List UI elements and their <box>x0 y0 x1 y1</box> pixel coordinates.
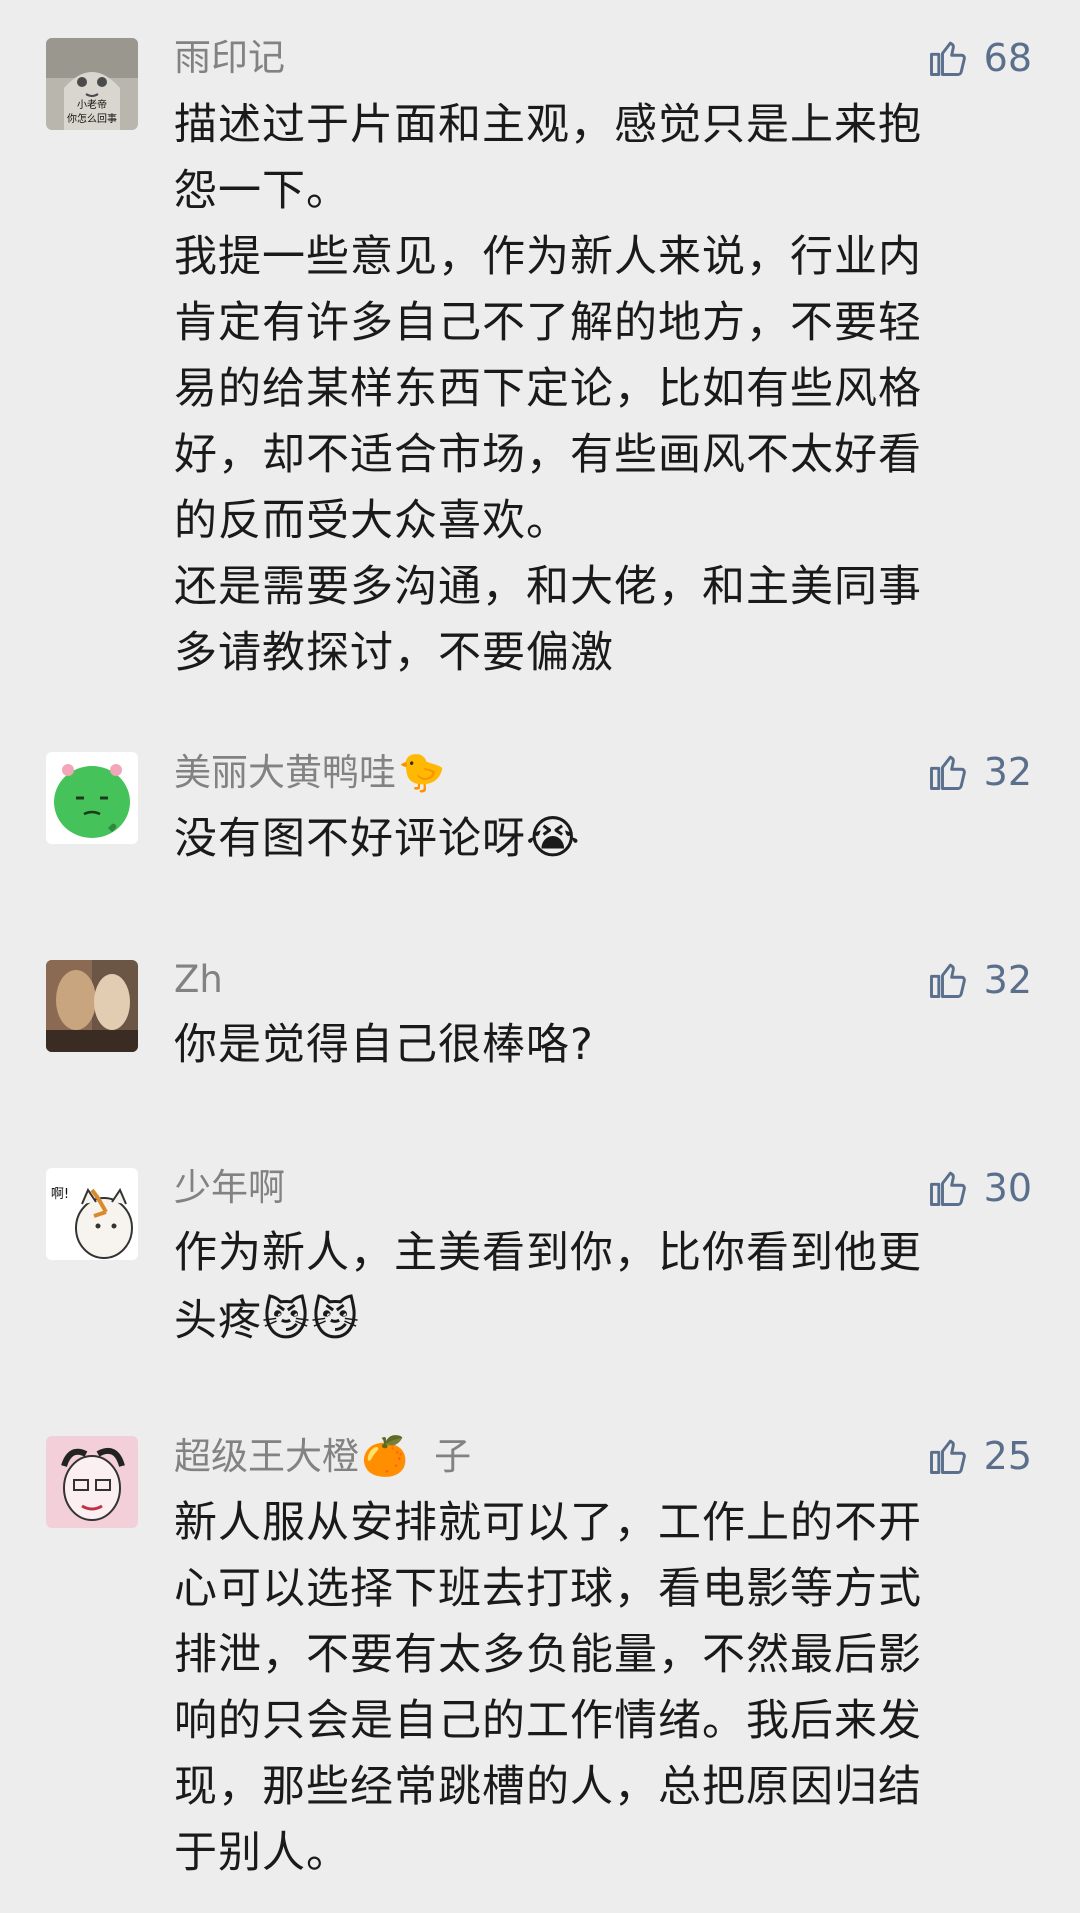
comment-line: 没有图不好评论呀😭 <box>174 804 1014 872</box>
username-text: 少年啊 <box>174 1166 285 1209</box>
avatar-image: 小老帝 你怎么回事 <box>46 38 138 130</box>
comment-line: 我提一些意见，作为新人来说，行业内 <box>174 232 922 282</box>
comment-username[interactable]: 少年啊 <box>174 1164 285 1212</box>
like-count: 25 <box>983 1434 1032 1478</box>
username-text: 美丽大黄鸭哇 <box>174 751 396 794</box>
like-count: 68 <box>983 36 1032 80</box>
comment-line: 的反而受大众喜欢。 <box>174 496 570 546</box>
comment-line: 心可以选择下班去打球，看电影等方式 <box>174 1564 922 1614</box>
avatar[interactable]: 小老帝 你怎么回事 <box>46 38 138 130</box>
comment-line: 新人服从安排就可以了，工作上的不开 <box>174 1498 922 1548</box>
avatar-image: 啊! <box>46 1168 138 1260</box>
avatar-caption-2: 你怎么回事 <box>67 112 117 125</box>
comment-line: 于别人。 <box>174 1828 350 1878</box>
comment-line: 好，却不适合市场，有些画风不太好看 <box>174 430 922 480</box>
avatar[interactable] <box>46 1436 138 1528</box>
duck-emoji: 🐤 <box>398 750 446 794</box>
like-count: 32 <box>983 750 1032 794</box>
comment-username[interactable]: 美丽大黄鸭哇🐤 <box>174 748 445 797</box>
avatar-image <box>46 1436 138 1528</box>
avatar-image <box>46 960 138 1052</box>
orange-emoji: 🍊 <box>361 1434 409 1478</box>
username-text: Zh <box>174 958 223 1001</box>
avatar-image <box>46 752 138 844</box>
comment-text: 描述过于片面和主观，感觉只是上来抱 怨一下。 我提一些意见，作为新人来说，行业内… <box>174 92 1014 686</box>
comment-line: 头疼😼😼 <box>174 1286 1014 1354</box>
comment-line: 现，那些经常跳槽的人，总把原因归结 <box>174 1762 922 1812</box>
avatar[interactable] <box>46 752 138 844</box>
comment-text: 你是觉得自己很棒咯? <box>174 1012 1014 1078</box>
comment-line: 肯定有许多自己不了解的地方，不要轻 <box>174 298 922 348</box>
like-button[interactable]: 30 <box>926 1164 1032 1212</box>
comment-username[interactable]: 超级王大橙🍊 子 <box>174 1432 471 1481</box>
username-text: 雨印记 <box>174 36 285 79</box>
comment-line: 易的给某样东西下定论，比如有些风格 <box>174 364 922 414</box>
like-button[interactable]: 68 <box>926 34 1032 82</box>
avatar[interactable] <box>46 960 138 1052</box>
comment-line-text: 头疼 <box>174 1296 262 1346</box>
comment-line: 作为新人，主美看到你，比你看到他更 <box>174 1228 922 1278</box>
comment-text: 新人服从安排就可以了，工作上的不开 心可以选择下班去打球，看电影等方式 排泄，不… <box>174 1490 1014 1886</box>
thumbs-up-icon <box>929 963 966 998</box>
like-count: 30 <box>983 1166 1032 1210</box>
comment-text: 没有图不好评论呀😭 <box>174 804 1014 872</box>
comment-line: 怨一下。 <box>174 166 350 216</box>
thumbs-up-icon <box>929 755 966 790</box>
comment-line: 描述过于片面和主观，感觉只是上来抱 <box>174 100 922 150</box>
avatar-caption-1: 小老帝 <box>77 98 107 111</box>
comment-line: 多请教探讨，不要偏激 <box>174 628 614 678</box>
like-button[interactable]: 32 <box>926 748 1032 796</box>
cat-emoji: 😼😼 <box>262 1292 360 1346</box>
comment-text: 作为新人，主美看到你，比你看到他更 头疼😼😼 <box>174 1220 1014 1354</box>
comment-line: 响的只会是自己的工作情绪。我后来发 <box>174 1696 922 1746</box>
comment-line: 还是需要多沟通，和大佬，和主美同事 <box>174 562 922 612</box>
comment-username[interactable]: Zh <box>174 956 223 1004</box>
like-button[interactable]: 25 <box>926 1432 1032 1480</box>
crying-emoji: 😭 <box>526 810 581 864</box>
like-button[interactable]: 32 <box>926 956 1032 1004</box>
comment-line: 你是觉得自己很棒咯? <box>174 1020 594 1070</box>
like-count: 32 <box>983 958 1032 1002</box>
avatar-caption: 啊! <box>51 1187 69 1202</box>
comment-line: 排泄，不要有太多负能量，不然最后影 <box>174 1630 922 1680</box>
avatar[interactable]: 啊! <box>46 1168 138 1260</box>
comment-line-text: 没有图不好评论呀 <box>174 814 526 864</box>
comment-username[interactable]: 雨印记 <box>174 34 285 82</box>
thumbs-up-icon <box>929 1171 966 1206</box>
thumbs-up-icon <box>929 41 966 76</box>
username-text: 超级王大橙 <box>174 1435 359 1478</box>
thumbs-up-icon <box>929 1439 966 1474</box>
username-suffix: 子 <box>434 1435 472 1478</box>
